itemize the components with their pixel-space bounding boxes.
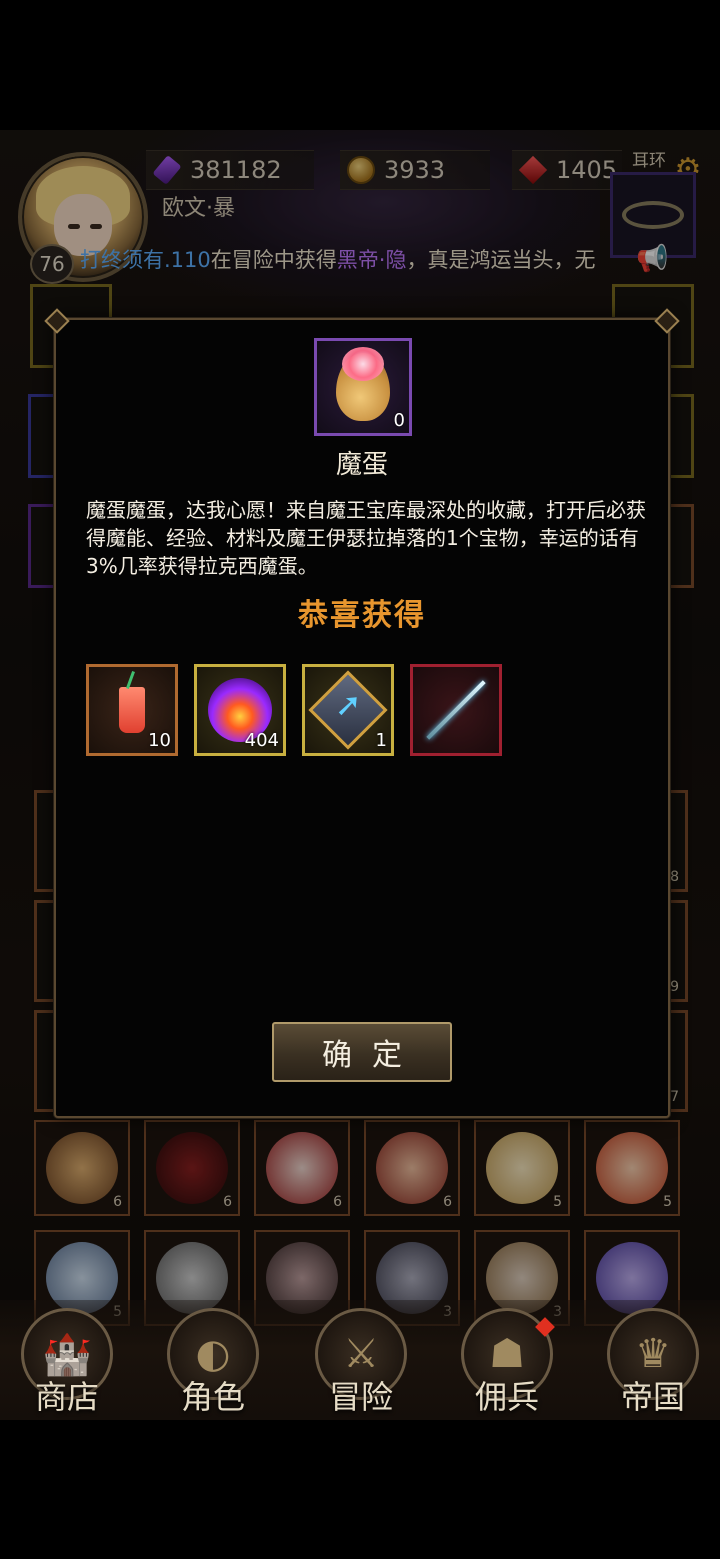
item-reward-dialog: 0 魔蛋 魔蛋魔蛋，达我心愿！来自魔王宝库最深处的收藏，打开后必获得魔能、经验、… (44, 308, 680, 1118)
nav-label: 商店 (34, 1378, 99, 1416)
nav-label: 角色 (180, 1378, 245, 1416)
congrats-title: 恭喜获得 (298, 598, 426, 633)
item-count: 0 (393, 410, 405, 431)
nav-label: 佣兵 (474, 1378, 539, 1416)
nav-shop[interactable]: 🏰 商店 (12, 1308, 122, 1418)
egg-icon (336, 347, 390, 421)
bottom-nav: 🏰 商店 ◐ 角色 ⚔ 冒险 ☗ 佣兵 ♛ 帝国 (0, 1300, 720, 1420)
reward-item[interactable]: 404 (194, 664, 286, 756)
confirm-button[interactable]: 确定 (272, 1022, 452, 1082)
reward-count: 10 (148, 730, 171, 751)
nav-adventure[interactable]: ⚔ 冒险 (306, 1308, 416, 1418)
reward-item[interactable]: 1 (302, 664, 394, 756)
magic-egg-slot: 0 (314, 338, 412, 436)
nav-label: 帝国 (620, 1378, 685, 1416)
nav-label: 冒险 (328, 1378, 393, 1416)
item-description: 魔蛋魔蛋，达我心愿！来自魔王宝库最深处的收藏，打开后必获得魔能、经验、材料及魔王… (86, 498, 646, 578)
cocktail-icon (119, 687, 145, 733)
reward-count: 1 (375, 730, 387, 751)
reward-count: 404 (244, 730, 279, 751)
nav-character[interactable]: ◐ 角色 (158, 1308, 268, 1418)
item-name: 魔蛋 (335, 450, 388, 480)
reward-item[interactable] (410, 664, 502, 756)
reward-list: 10 404 1 (86, 664, 502, 756)
sword-icon (426, 680, 486, 740)
nav-empire[interactable]: ♛ 帝国 (598, 1308, 708, 1418)
reward-item[interactable]: 10 (86, 664, 178, 756)
